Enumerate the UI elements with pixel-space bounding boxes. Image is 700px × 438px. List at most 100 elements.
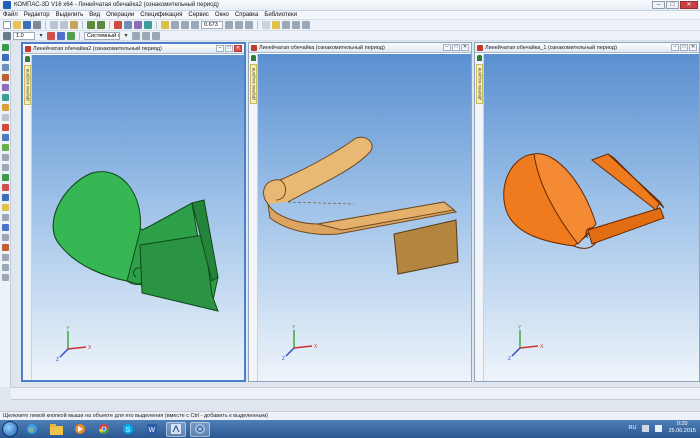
model-tree-tab[interactable]: Дерево модели <box>24 65 31 105</box>
shaded-display-icon[interactable] <box>272 21 280 29</box>
copy-icon[interactable] <box>60 21 68 29</box>
word-icon[interactable]: W <box>142 422 162 437</box>
network-icon[interactable] <box>642 424 650 432</box>
zoom-in-icon[interactable] <box>181 21 189 29</box>
color-icon[interactable] <box>47 31 55 40</box>
clock[interactable]: 0:20 25.06.2015 <box>668 421 696 435</box>
menu-editor[interactable]: Редактор <box>24 12 50 18</box>
surfaces-icon[interactable] <box>1 64 9 71</box>
pin-icon[interactable] <box>251 55 256 61</box>
mates-icon[interactable] <box>1 184 9 191</box>
media-icon[interactable] <box>70 422 90 437</box>
menu-help[interactable]: Справка <box>235 12 259 18</box>
measure-tool-icon[interactable] <box>1 104 9 111</box>
menu-window[interactable]: Окно <box>215 12 229 18</box>
sketch-icon[interactable] <box>1 54 9 61</box>
model-viewport[interactable]: Y X Z <box>484 54 699 381</box>
doc-minimize-button[interactable]: – <box>671 44 679 51</box>
language-indicator[interactable]: RU <box>629 425 637 431</box>
aux-geometry-icon[interactable] <box>1 94 9 101</box>
style-manager-icon[interactable] <box>132 31 140 40</box>
doc-close-button[interactable]: ✕ <box>234 45 242 52</box>
menu-libraries[interactable]: Библиотеки <box>264 12 297 18</box>
more-icon[interactable] <box>1 254 9 261</box>
extra-icon[interactable] <box>1 274 9 281</box>
close-button[interactable]: ✕ <box>680 1 698 9</box>
designations-icon[interactable] <box>1 214 9 221</box>
curves-icon[interactable] <box>1 154 9 161</box>
save-icon[interactable] <box>23 21 31 29</box>
library-icon[interactable] <box>1 194 9 201</box>
redo-icon[interactable] <box>97 21 105 29</box>
library-manager-icon[interactable] <box>114 21 122 29</box>
view-orientation-icon[interactable] <box>262 21 270 29</box>
doc-maximize-button[interactable]: □ <box>452 44 460 51</box>
start-button[interactable] <box>2 421 18 437</box>
operations-icon[interactable] <box>1 44 9 51</box>
menu-specification[interactable]: Спецификация <box>140 12 182 18</box>
menu-file[interactable]: Файл <box>3 12 18 18</box>
zoom-out-icon[interactable] <box>191 21 199 29</box>
open-folder-icon[interactable] <box>13 21 21 29</box>
kompas-doc-icon[interactable] <box>190 421 210 437</box>
selection-icon[interactable] <box>1 204 9 211</box>
perspective-icon[interactable] <box>302 21 310 29</box>
sheet-metal-icon[interactable] <box>1 74 9 81</box>
variables-icon[interactable] <box>124 21 132 29</box>
volume-icon[interactable] <box>655 424 663 432</box>
edit-assembly-icon[interactable] <box>1 174 9 181</box>
chevron-down-icon[interactable]: ▾ <box>37 32 45 40</box>
settings-icon[interactable] <box>1 264 9 271</box>
chevron-down-icon[interactable]: ▾ <box>122 32 130 40</box>
elements-icon[interactable] <box>1 144 9 151</box>
paste-icon[interactable] <box>70 21 78 29</box>
doc-maximize-button[interactable]: □ <box>225 45 233 52</box>
macro-icon[interactable] <box>1 234 9 241</box>
horizontal-scrollbar[interactable] <box>11 387 700 400</box>
kompas-icon[interactable] <box>166 421 186 437</box>
print-icon[interactable] <box>33 21 41 29</box>
menu-service[interactable]: Сервис <box>188 12 209 18</box>
pan-icon[interactable] <box>235 21 243 29</box>
grid-icon[interactable] <box>152 31 160 40</box>
doc-minimize-button[interactable]: – <box>443 44 451 51</box>
hidden-lines-icon[interactable] <box>292 21 300 29</box>
layer-icon[interactable] <box>57 31 65 40</box>
specification-icon[interactable] <box>1 124 9 131</box>
doc-maximize-button[interactable]: □ <box>680 44 688 51</box>
explorer-icon[interactable] <box>46 422 66 437</box>
rotate-icon[interactable] <box>245 21 253 29</box>
zoom-all-icon[interactable] <box>225 21 233 29</box>
reports-icon[interactable] <box>1 134 9 141</box>
skype-icon[interactable]: S <box>118 422 138 437</box>
model-viewport[interactable]: Y X Z <box>32 55 244 380</box>
chrome-icon[interactable] <box>94 422 114 437</box>
control-icon[interactable] <box>1 224 9 231</box>
zoom-field[interactable]: 0.673 <box>201 21 223 29</box>
doc-close-button[interactable]: ✕ <box>689 44 697 51</box>
pin-icon[interactable] <box>25 56 30 62</box>
menu-select[interactable]: Выделить <box>56 12 84 18</box>
cut-icon[interactable] <box>50 21 58 29</box>
document-window-2[interactable]: Линейчатая обечайка (ознакомительный пер… <box>248 42 472 382</box>
filters-icon[interactable] <box>1 114 9 121</box>
undo-icon[interactable] <box>87 21 95 29</box>
snap-icon[interactable] <box>142 31 150 40</box>
dimensions-icon[interactable] <box>1 164 9 171</box>
maximize-button[interactable]: □ <box>666 1 679 9</box>
visibility-icon[interactable] <box>67 31 75 40</box>
document-window-1[interactable]: Линейчатая обечайка2 (ознакомительный пе… <box>21 42 246 382</box>
zoom-window-icon[interactable] <box>171 21 179 29</box>
model-viewport[interactable]: Y X Z <box>258 54 471 381</box>
ie-icon[interactable]: e <box>22 422 42 437</box>
menu-operations[interactable]: Операции <box>106 12 134 18</box>
help-icon[interactable] <box>161 21 169 29</box>
properties-icon[interactable] <box>134 21 142 29</box>
measure-icon[interactable] <box>144 21 152 29</box>
model-tree-tab[interactable]: Дерево модели <box>250 64 257 104</box>
arrays-icon[interactable] <box>1 84 9 91</box>
pin-icon[interactable] <box>477 55 482 61</box>
doc-minimize-button[interactable]: – <box>216 45 224 52</box>
pipeline-icon[interactable] <box>1 244 9 251</box>
document-window-3[interactable]: Линейчатая обечайка_1 (ознакомительный п… <box>474 42 700 382</box>
